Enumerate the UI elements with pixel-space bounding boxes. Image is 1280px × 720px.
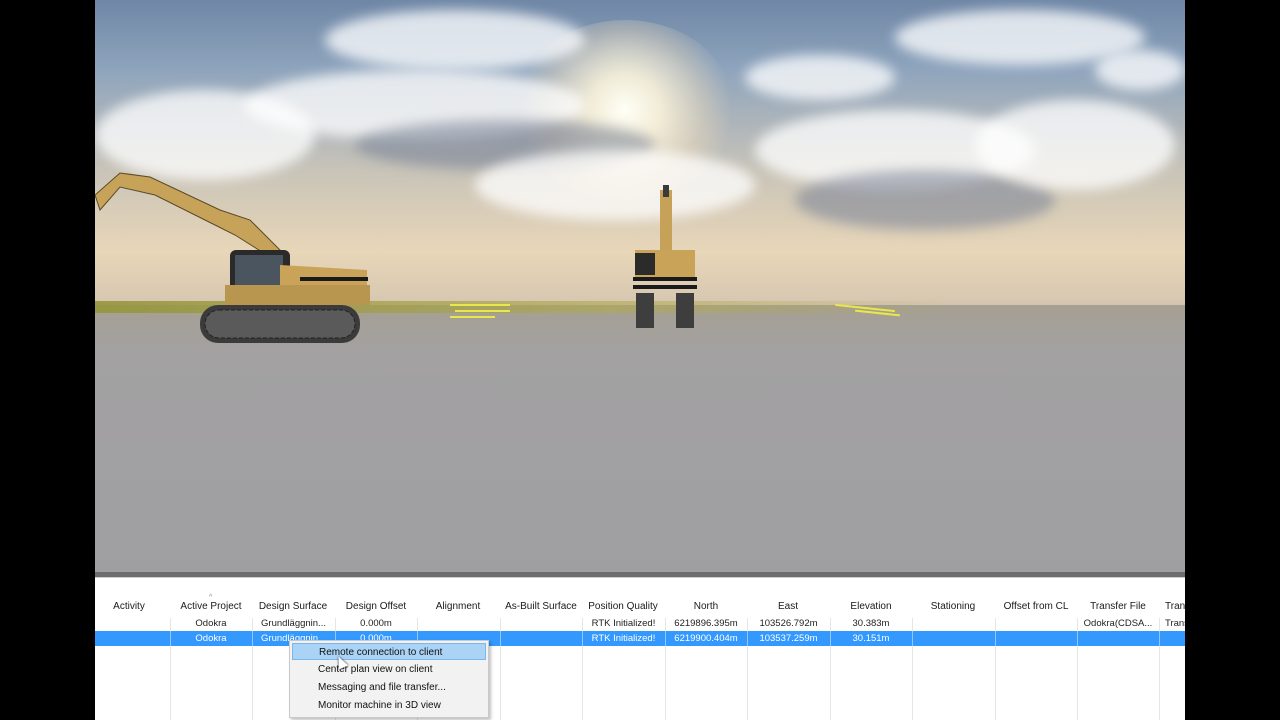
3d-scene-viewport[interactable] bbox=[95, 0, 1185, 572]
column-header[interactable]: Position Quality bbox=[582, 598, 664, 616]
table-cell: 6219896.395m bbox=[674, 618, 738, 629]
table-cell bbox=[1077, 631, 1160, 646]
table-cell: 30.151m bbox=[830, 631, 913, 646]
excavator-machine[interactable] bbox=[95, 165, 385, 355]
cloud bbox=[975, 100, 1175, 190]
column-header[interactable]: Elevation bbox=[830, 598, 912, 616]
table-cell bbox=[912, 631, 996, 646]
table-cell bbox=[95, 616, 170, 631]
column-header[interactable]: Design Offset bbox=[335, 598, 417, 616]
table-cell: Odokra(CDSA... bbox=[1083, 618, 1153, 629]
menu-item-messaging-file-transfer[interactable]: Messaging and file transfer... bbox=[292, 679, 486, 696]
application-window: ^ Activity Active Project Design Surface… bbox=[95, 0, 1185, 720]
menu-item-center-plan-view[interactable]: Center plan view on client bbox=[292, 661, 486, 678]
column-header[interactable]: Activity bbox=[95, 598, 163, 616]
column-header[interactable]: Design Surface bbox=[252, 598, 334, 616]
column-header[interactable]: Stationing bbox=[912, 598, 994, 616]
table-row-selected[interactable]: Odokra Grundläggnin... 0.000m RTK Initia… bbox=[95, 631, 1185, 646]
table-cell bbox=[417, 616, 500, 631]
cloud bbox=[1095, 50, 1185, 90]
table-cell: 6219900.404m bbox=[665, 631, 748, 646]
design-line bbox=[450, 316, 495, 318]
column-header[interactable]: Transfer File bbox=[1077, 598, 1159, 616]
table-cell bbox=[995, 616, 1077, 631]
table-cell: RTK Initialized! bbox=[591, 618, 656, 629]
menu-item-monitor-3d-view[interactable]: Monitor machine in 3D view bbox=[292, 697, 486, 714]
table-cell: Grundläggnin... bbox=[261, 618, 326, 629]
table-cell bbox=[500, 616, 582, 631]
column-header[interactable]: Alignment bbox=[417, 598, 499, 616]
menu-item-remote-connection[interactable]: Remote connection to client bbox=[292, 643, 486, 660]
machine-table: ^ Activity Active Project Design Surface… bbox=[95, 578, 1185, 720]
design-line bbox=[455, 310, 510, 312]
cloud bbox=[745, 55, 895, 100]
column-header[interactable]: Active Project bbox=[170, 598, 252, 616]
cloud bbox=[475, 150, 755, 220]
table-cell: 0.000m bbox=[360, 618, 392, 629]
table-cell bbox=[1159, 631, 1185, 646]
table-cell: 103537.259m bbox=[747, 631, 831, 646]
excavator-machine[interactable] bbox=[630, 185, 705, 330]
table-cell bbox=[95, 631, 171, 646]
column-header[interactable]: East bbox=[747, 598, 829, 616]
table-cell: Odokra bbox=[195, 618, 227, 629]
table-cell: Trans bbox=[1165, 618, 1185, 629]
column-header[interactable]: North bbox=[665, 598, 747, 616]
table-cell bbox=[912, 616, 995, 631]
table-cell bbox=[995, 631, 1078, 646]
column-header[interactable]: Tran bbox=[1159, 598, 1185, 616]
table-header: Activity Active Project Design Surface D… bbox=[95, 598, 1185, 616]
table-cell: Odokra bbox=[170, 631, 253, 646]
context-menu: Remote connection to client Center plan … bbox=[289, 640, 489, 718]
cloud bbox=[325, 10, 585, 70]
column-header[interactable]: Offset from CL bbox=[995, 598, 1077, 616]
table-row[interactable]: Odokra Grundläggnin... 0.000m RTK Initia… bbox=[95, 616, 1185, 631]
column-header[interactable]: As-Built Surface bbox=[500, 598, 582, 616]
table-cell bbox=[500, 631, 583, 646]
table-cell: 30.383m bbox=[852, 618, 890, 629]
table-cell: 103526.792m bbox=[759, 618, 818, 629]
design-line bbox=[450, 304, 510, 306]
table-cell: RTK Initialized! bbox=[582, 631, 666, 646]
